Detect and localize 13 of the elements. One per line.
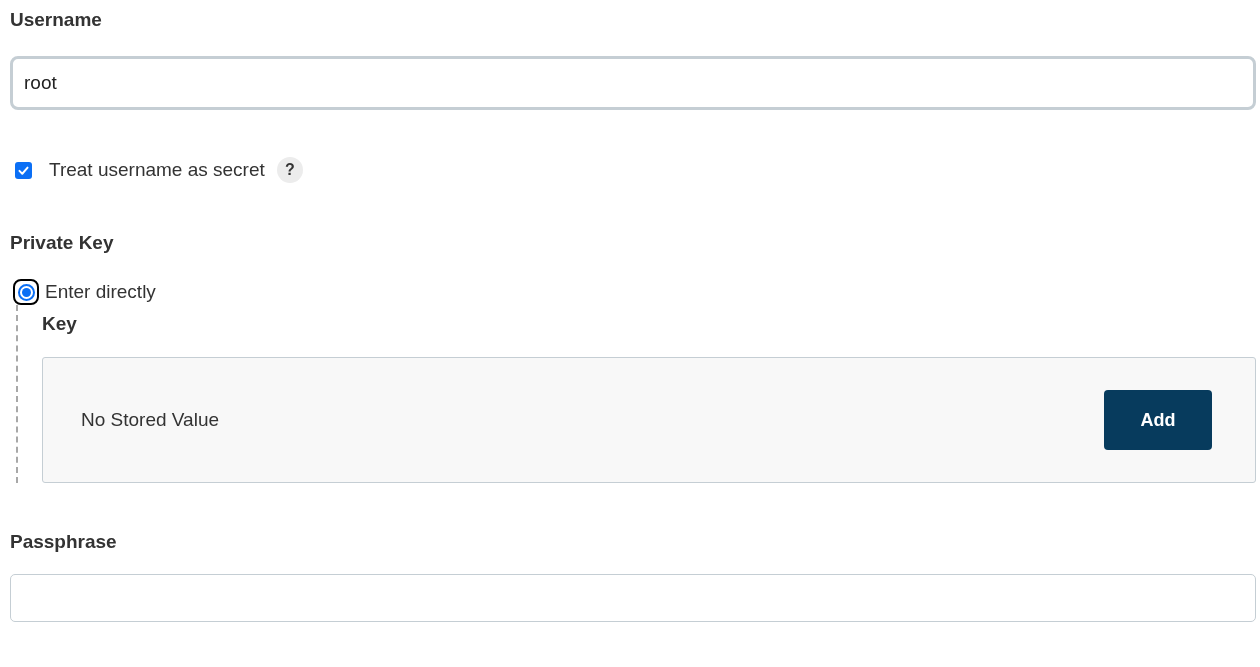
radio-button[interactable] bbox=[13, 279, 39, 305]
checkbox-label: Treat username as secret bbox=[49, 157, 265, 182]
text-input[interactable] bbox=[10, 574, 1256, 622]
checkbox[interactable] bbox=[15, 161, 32, 179]
field-label: Username bbox=[10, 8, 102, 32]
help-button[interactable]: ? bbox=[276, 157, 303, 183]
field-label: Private Key bbox=[10, 231, 114, 255]
field-label: Passphrase bbox=[10, 530, 117, 554]
text-input[interactable]: root bbox=[10, 56, 1256, 110]
radio-label: Enter directly bbox=[45, 279, 156, 304]
field-label: Key bbox=[42, 312, 77, 336]
add-button[interactable]: Add bbox=[1104, 390, 1212, 450]
status-text: No Stored Value bbox=[81, 407, 219, 432]
